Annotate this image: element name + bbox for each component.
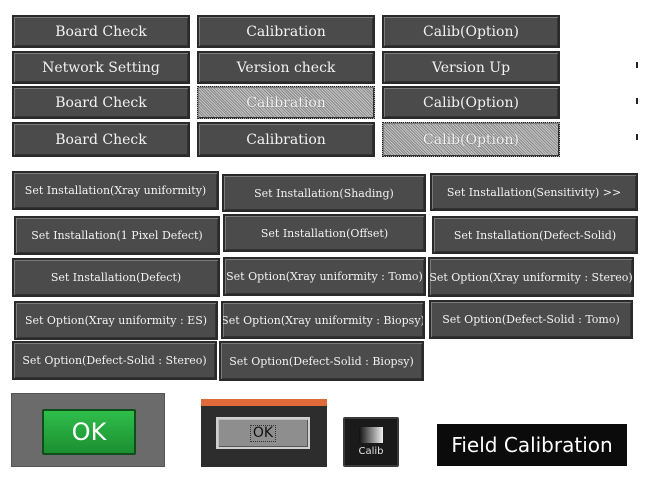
edge-tick-mark [636, 98, 638, 104]
calib-icon-button[interactable]: Calib [343, 417, 399, 467]
calib-option-button[interactable]: Calib(Option) [382, 86, 560, 119]
version-up-button[interactable]: Version Up [382, 51, 560, 84]
dialog-accent-bar [201, 399, 327, 406]
set-installation-defect-button[interactable]: Set Installation(Defect) [12, 258, 220, 297]
network-setting-button[interactable]: Network Setting [12, 51, 190, 84]
edge-tick-mark [636, 134, 638, 140]
ok-green-button[interactable]: OK [42, 409, 136, 455]
set-installation-offset-button[interactable]: Set Installation(Offset) [223, 214, 426, 252]
ok-button-panel: OK [11, 393, 165, 467]
set-installation-shading-button[interactable]: Set Installation(Shading) [222, 174, 426, 212]
calibration-button-selected[interactable]: Calibration [197, 86, 375, 119]
set-installation-xray-uniformity-button[interactable]: Set Installation(Xray uniformity) [12, 171, 219, 210]
set-option-defect-solid-biopsy-button[interactable]: Set Option(Defect-Solid : Biopsy) [219, 341, 424, 381]
calibration-button[interactable]: Calibration [197, 122, 375, 157]
board-check-button[interactable]: Board Check [12, 122, 190, 157]
edge-tick-mark [636, 62, 638, 68]
set-option-xray-uniformity-es-button[interactable]: Set Option(Xray uniformity : ES) [14, 301, 218, 340]
set-option-xray-uniformity-tomo-button[interactable]: Set Option(Xray uniformity : Tomo) [223, 257, 426, 296]
gradient-icon [359, 427, 383, 443]
set-installation-defect-solid-button[interactable]: Set Installation(Defect-Solid) [432, 216, 638, 254]
calib-option-button-selected[interactable]: Calib(Option) [382, 122, 560, 157]
set-option-xray-uniformity-biopsy-button[interactable]: Set Option(Xray uniformity : Biopsy) [221, 301, 425, 339]
set-installation-sensitivity-button[interactable]: Set Installation(Sensitivity) >> [430, 173, 638, 211]
set-option-defect-solid-tomo-button[interactable]: Set Option(Defect-Solid : Tomo) [429, 300, 633, 339]
set-option-xray-uniformity-stereo-button[interactable]: Set Option(Xray uniformity : Stereo) [428, 257, 634, 297]
set-installation-1-pixel-defect-button[interactable]: Set Installation(1 Pixel Defect) [14, 216, 220, 255]
calibration-button[interactable]: Calibration [197, 15, 375, 48]
version-check-button[interactable]: Version check [197, 51, 375, 84]
board-check-button[interactable]: Board Check [12, 15, 190, 48]
dialog-ok-label: OK [249, 424, 277, 442]
dialog-ok-button[interactable]: OK [216, 417, 310, 449]
calib-option-button[interactable]: Calib(Option) [382, 15, 560, 48]
dialog-ok-panel: OK [201, 399, 327, 467]
set-option-defect-solid-stereo-button[interactable]: Set Option(Defect-Solid : Stereo) [12, 341, 217, 380]
field-calibration-button[interactable]: Field Calibration [437, 424, 627, 466]
calib-label: Calib [358, 446, 384, 457]
board-check-button[interactable]: Board Check [12, 86, 190, 119]
